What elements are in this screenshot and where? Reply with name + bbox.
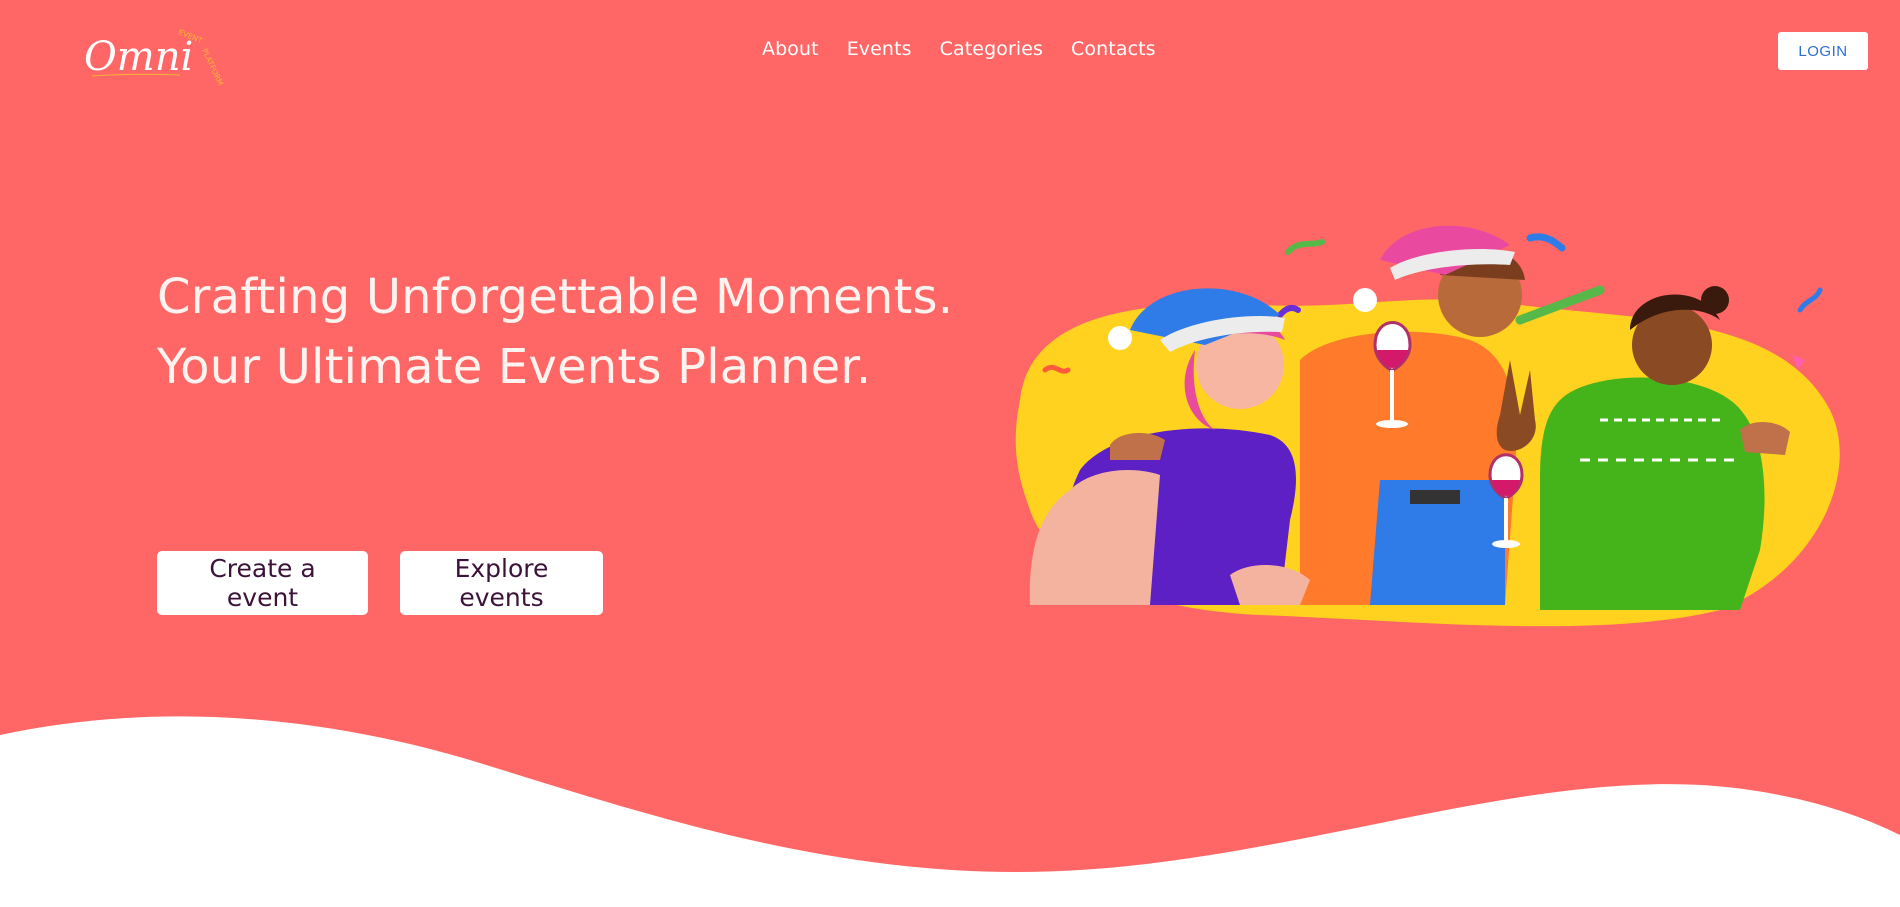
logo-wordmark: Omni — [84, 34, 193, 80]
omni-logo[interactable]: Omni EVENT PLATFORM — [82, 20, 232, 100]
nav-contacts[interactable]: Contacts — [1071, 38, 1156, 60]
svg-text:PLATFORM: PLATFORM — [200, 47, 225, 87]
login-button[interactable]: LOGIN — [1778, 32, 1868, 70]
landing-page: Omni EVENT PLATFORM About Events Categor… — [0, 0, 1900, 907]
create-event-button[interactable]: Create a event — [157, 551, 368, 615]
nav-about[interactable]: About — [762, 38, 819, 60]
main-nav: About Events Categories Contacts — [762, 38, 1156, 60]
nav-categories[interactable]: Categories — [940, 38, 1043, 60]
explore-events-button[interactable]: Explore events — [400, 551, 603, 615]
hero-title: Crafting Unforgettable Moments. Your Ult… — [157, 269, 954, 395]
nav-events[interactable]: Events — [847, 38, 912, 60]
party-people-illustration — [1015, 225, 1840, 627]
